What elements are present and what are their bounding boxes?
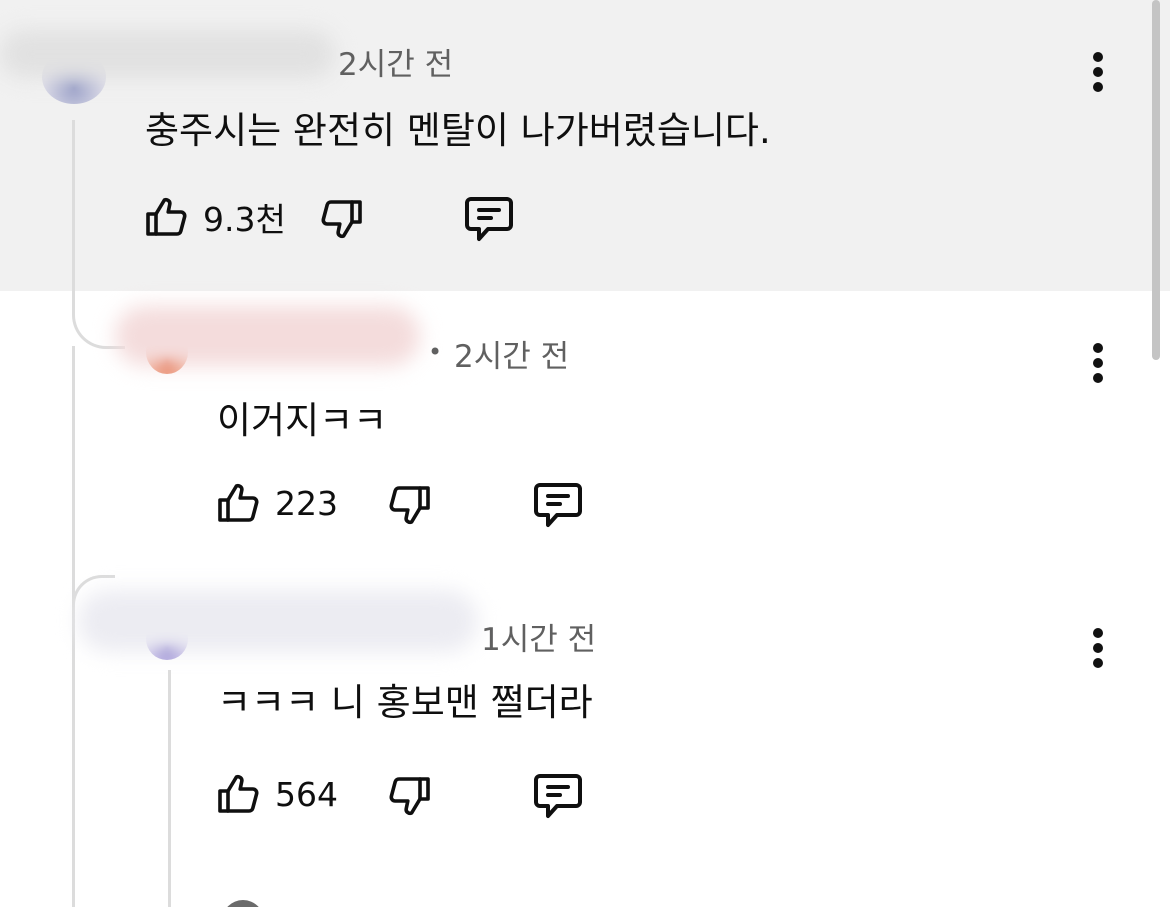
like-button[interactable]: 223: [215, 478, 338, 528]
thumbs-up-icon: [218, 774, 259, 813]
comment-separator-dot: •: [428, 338, 443, 366]
author-name-redacted[interactable]: [0, 30, 335, 78]
more-vert-icon[interactable]: [1088, 628, 1108, 668]
thumbs-down-icon: [321, 200, 362, 239]
reply-button[interactable]: [532, 771, 584, 821]
reply-button[interactable]: [463, 194, 515, 244]
comment-reply-icon: [534, 483, 582, 527]
more-vert-icon[interactable]: [1088, 52, 1108, 92]
like-button[interactable]: 9.3천: [143, 192, 286, 242]
author-name-redacted[interactable]: [115, 306, 420, 366]
comment-timestamp: 1시간 전: [481, 622, 597, 658]
like-count: 223: [275, 483, 338, 523]
like-button[interactable]: 564: [215, 769, 338, 819]
like-count: 564: [275, 774, 338, 814]
comment-timestamp: 2시간 전: [454, 339, 570, 375]
thread-line-reply-2: [168, 670, 171, 907]
reply-button[interactable]: [532, 480, 584, 530]
comment-thread: 2시간 전 충주시는 완전히 멘탈이 나가버렸습니다. 9.3천 • 2시간 전…: [0, 0, 1170, 907]
comment-text: ㅋㅋㅋ 니 홍보맨 쩔더라: [217, 681, 593, 724]
comment-reply-icon: [534, 774, 582, 818]
dislike-button[interactable]: [385, 480, 433, 530]
comment-reply-icon: [465, 197, 513, 241]
comment-timestamp: 2시간 전: [338, 47, 454, 83]
dislike-button[interactable]: [317, 194, 365, 244]
thumbs-down-icon: [389, 486, 430, 525]
more-vert-icon[interactable]: [1088, 343, 1108, 383]
thread-line-main: [72, 120, 75, 280]
avatar[interactable]: [222, 900, 264, 907]
thumbs-up-icon: [218, 483, 259, 522]
comment-text: 이거지ㅋㅋ: [217, 399, 388, 442]
thumbs-up-icon: [146, 197, 187, 236]
author-name-redacted[interactable]: [78, 590, 478, 652]
thumbs-down-icon: [389, 777, 430, 816]
scrollbar[interactable]: [1152, 0, 1160, 360]
comment-text: 충주시는 완전히 멘탈이 나가버렸습니다.: [145, 109, 771, 152]
like-count: 9.3천: [203, 200, 286, 239]
dislike-button[interactable]: [385, 771, 433, 821]
